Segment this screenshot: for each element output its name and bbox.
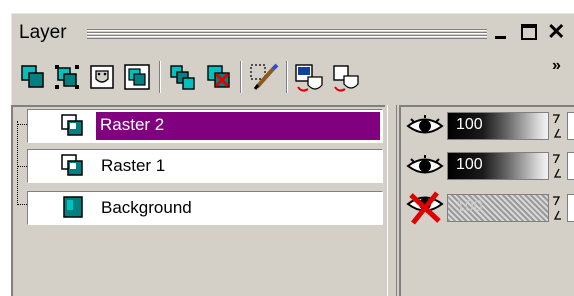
- drag-grip[interactable]: [87, 29, 487, 39]
- opacity-value: 100: [456, 116, 483, 133]
- layer-property-field[interactable]: [567, 194, 574, 222]
- opacity-slider[interactable]: 100: [447, 112, 549, 140]
- toolbar-separator: [240, 61, 242, 93]
- toolbar-overflow-button[interactable]: »: [552, 57, 561, 75]
- new-raster-layer-icon[interactable]: [19, 63, 47, 91]
- layer-toolbar: »: [11, 55, 574, 103]
- edit-selection-icon[interactable]: [249, 63, 279, 91]
- opacity-slider[interactable]: 100: [447, 194, 549, 222]
- layer-row-background[interactable]: Background: [27, 191, 383, 225]
- layer-properties-row: 100: [403, 191, 574, 225]
- layer-name: Background: [101, 198, 192, 217]
- layer-palette-window: Layer ✕ » Raster 2 Raster 1 Background 1…: [10, 12, 574, 296]
- background-layer-icon: [60, 195, 86, 221]
- close-button[interactable]: ✕: [547, 21, 569, 43]
- opacity-value: 100: [456, 198, 483, 215]
- layer-property-field[interactable]: [567, 152, 574, 180]
- blend-mode-spinner[interactable]: [551, 151, 563, 181]
- window-title: Layer: [19, 22, 67, 43]
- visibility-eye-icon[interactable]: [405, 153, 445, 179]
- raster-layer-icon: [60, 113, 86, 139]
- toolbar-separator: [159, 61, 161, 93]
- layer-properties-pane: 100 100 100: [399, 105, 574, 296]
- layer-name: Raster 2: [96, 112, 380, 140]
- layer-list-pane: Raster 2 Raster 1 Background: [11, 105, 385, 296]
- title-bar[interactable]: Layer ✕: [11, 13, 574, 53]
- new-mask-layer-icon[interactable]: [88, 63, 116, 91]
- layer-name: Raster 1: [101, 156, 166, 175]
- new-adjustment-layer-icon[interactable]: [123, 63, 151, 91]
- layer-row-raster-1[interactable]: Raster 1: [27, 149, 383, 183]
- tree-connector: [17, 204, 27, 206]
- pane-splitter[interactable]: [387, 105, 397, 296]
- opacity-slider[interactable]: 100: [447, 152, 549, 180]
- save-mask-icon[interactable]: [331, 63, 359, 92]
- tree-connector: [17, 166, 27, 168]
- blend-mode-spinner[interactable]: [551, 111, 563, 141]
- layer-property-field[interactable]: [567, 112, 574, 140]
- maximize-button[interactable]: [518, 21, 540, 43]
- load-mask-icon[interactable]: [294, 63, 323, 92]
- toolbar-separator: [286, 61, 288, 93]
- visibility-eye-icon[interactable]: [405, 113, 445, 139]
- raster-layer-icon: [60, 153, 86, 179]
- tree-connector: [17, 121, 27, 205]
- hidden-eye-icon[interactable]: [405, 191, 445, 225]
- layer-properties-row: 100: [403, 149, 574, 183]
- minimize-button[interactable]: [491, 21, 513, 43]
- opacity-value: 100: [456, 156, 483, 173]
- layer-row-raster-2[interactable]: Raster 2: [27, 109, 383, 143]
- tree-connector: [17, 124, 27, 126]
- blend-mode-spinner[interactable]: [551, 193, 563, 223]
- duplicate-layer-icon[interactable]: [169, 63, 197, 91]
- delete-layer-icon[interactable]: [205, 63, 233, 91]
- layer-properties-row: 100: [403, 109, 574, 143]
- new-vector-layer-icon[interactable]: [53, 63, 81, 91]
